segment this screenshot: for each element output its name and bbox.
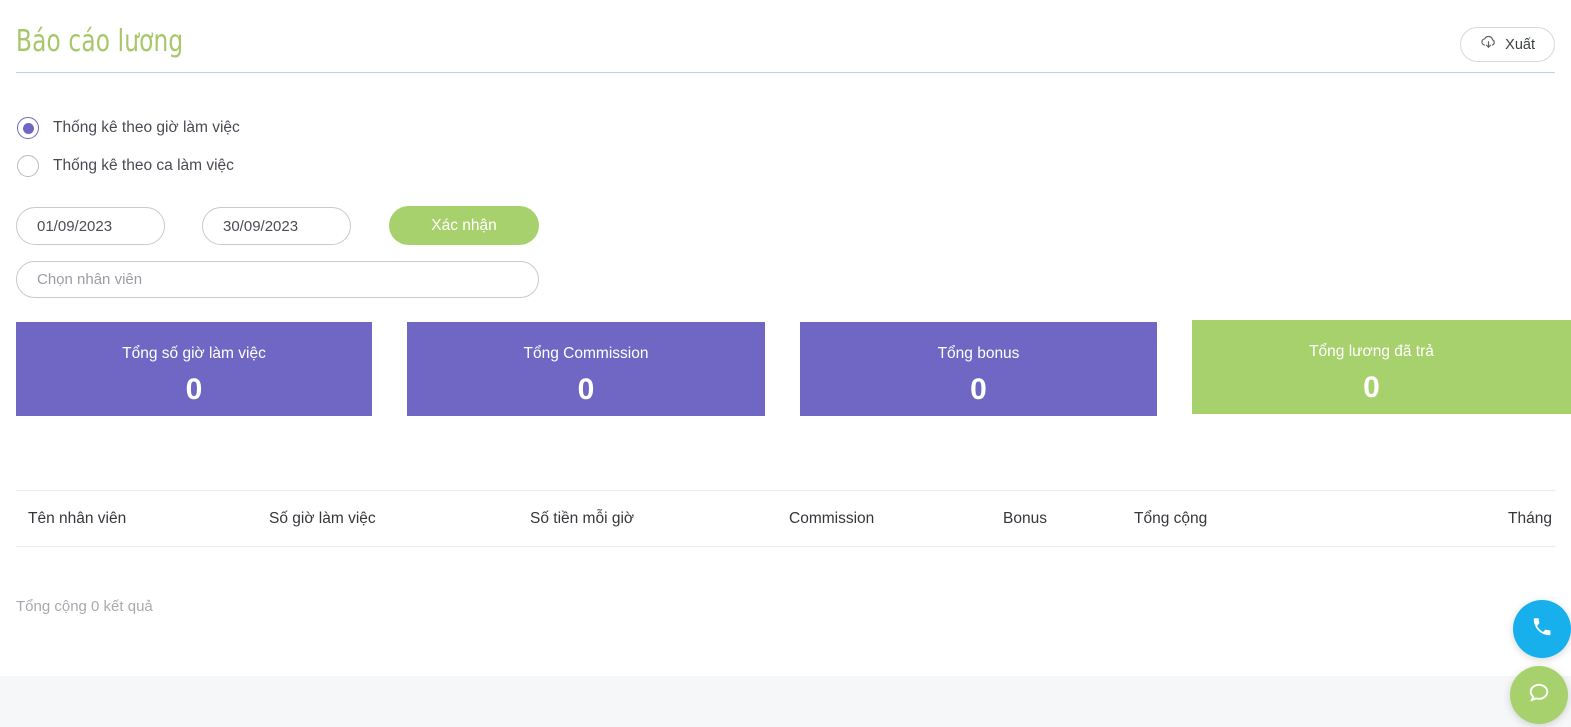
column-header-work-hours: Số giờ làm việc <box>269 509 376 527</box>
header-divider <box>16 72 1555 73</box>
phone-icon <box>1531 616 1553 643</box>
radio-icon-unselected[interactable] <box>17 155 39 177</box>
result-count-label: Tổng cộng 0 kết quả <box>16 598 153 615</box>
stat-card-total-bonus: Tổng bonus 0 <box>800 322 1157 416</box>
stat-card-total-commission: Tổng Commission 0 <box>407 322 765 416</box>
column-header-commission: Commission <box>789 509 875 527</box>
floating-call-button[interactable] <box>1513 600 1571 658</box>
stat-card-total-hours: Tổng số giờ làm việc 0 <box>16 322 372 416</box>
radio-dot <box>22 122 34 134</box>
report-table: Tên nhân viên Số giờ làm việc Số tiền mỗ… <box>16 490 1555 547</box>
column-header-bonus: Bonus <box>1003 509 1047 527</box>
radio-icon-selected[interactable] <box>17 117 39 139</box>
column-header-month: Tháng <box>1508 509 1552 527</box>
export-button-label: Xuất <box>1505 36 1535 53</box>
stat-card-total-hours-value: 0 <box>185 373 203 406</box>
chat-bubble-icon <box>1526 680 1552 711</box>
radio-option-by-hours[interactable]: Thống kê theo giờ làm việc <box>17 117 240 139</box>
stat-card-total-bonus-value: 0 <box>970 373 987 406</box>
date-to-input[interactable]: 30/09/2023 <box>202 207 351 245</box>
stat-card-total-paid-salary-value: 0 <box>1363 371 1380 404</box>
table-header-row: Tên nhân viên Số giờ làm việc Số tiền mỗ… <box>16 490 1555 547</box>
cloud-download-icon <box>1480 35 1497 54</box>
stat-card-total-paid-salary-title: Tổng lương đã trả <box>1309 343 1434 360</box>
export-button[interactable]: Xuất <box>1460 27 1555 62</box>
radio-option-by-hours-label: Thống kê theo giờ làm việc <box>53 119 240 136</box>
stat-card-total-bonus-title: Tổng bonus <box>937 345 1020 362</box>
page-title: Báo cáo lương <box>16 24 184 59</box>
confirm-button[interactable]: Xác nhận <box>389 206 539 245</box>
date-from-input[interactable]: 01/09/2023 <box>16 207 165 245</box>
radio-option-by-shift-label: Thống kê theo ca làm việc <box>53 157 234 174</box>
employee-select[interactable]: Chọn nhân viên <box>16 261 539 298</box>
page-root: Báo cáo lương Xuất Thống kê theo giờ làm… <box>0 0 1571 727</box>
stat-card-total-paid-salary: Tổng lương đã trả 0 <box>1192 320 1571 414</box>
column-header-total: Tổng cộng <box>1134 509 1208 527</box>
column-header-employee-name: Tên nhân viên <box>28 509 127 527</box>
stat-card-total-commission-value: 0 <box>577 373 595 406</box>
content-card: Báo cáo lương Xuất Thống kê theo giờ làm… <box>0 0 1571 676</box>
column-header-hourly-rate: Số tiền mỗi giờ <box>530 509 635 527</box>
stat-card-total-hours-title: Tổng số giờ làm việc <box>122 345 266 362</box>
floating-chat-button[interactable] <box>1510 666 1568 724</box>
stat-card-total-commission-title: Tổng Commission <box>523 345 649 362</box>
radio-option-by-shift[interactable]: Thống kê theo ca làm việc <box>17 155 234 177</box>
